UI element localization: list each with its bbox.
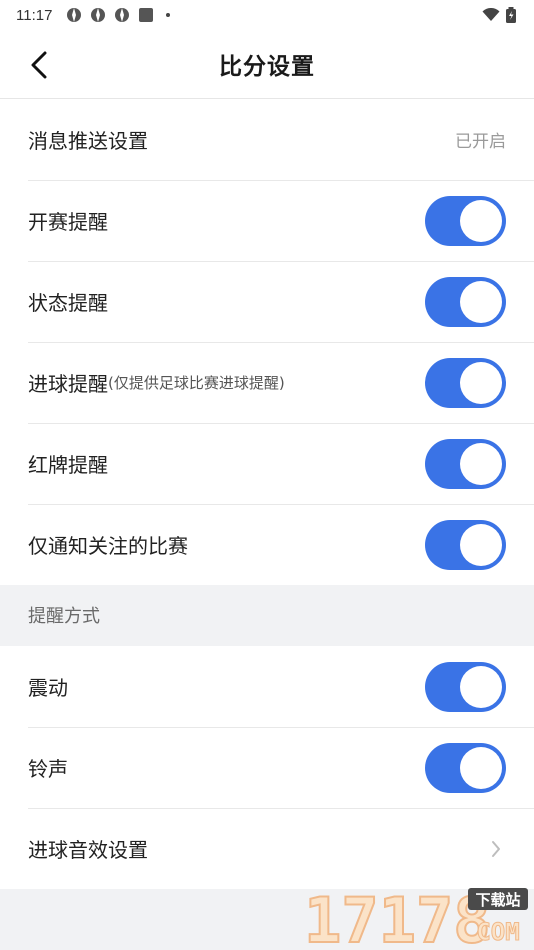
watermark-tag: 下载站: [475, 891, 520, 909]
status-reminder-toggle[interactable]: [425, 276, 506, 327]
toggle-label: 进球提醒: [28, 372, 108, 396]
toggle-knob: [460, 361, 502, 404]
toggle-knob: [460, 442, 502, 485]
push-settings-label: 消息推送设置: [28, 129, 148, 153]
push-settings-row[interactable]: 消息推送设置 已开启: [0, 99, 534, 180]
goal-reminder-row: 进球提醒 (仅提供足球比赛进球提醒): [0, 342, 534, 423]
goal-reminder-note: (仅提供足球比赛进球提醒): [108, 374, 285, 392]
toggle-label: 仅通知关注的比赛: [28, 534, 188, 558]
goal-sound-label: 进球音效设置: [28, 838, 148, 862]
more-notifications-dot-icon: [166, 13, 171, 17]
watermark-domain: COM: [476, 918, 519, 946]
toggle-label: 状态提醒: [28, 291, 108, 315]
toggle-label: 铃声: [28, 757, 68, 781]
back-button[interactable]: [24, 50, 54, 80]
push-settings-status: 已开启: [455, 132, 506, 152]
red-card-reminder-row: 红牌提醒: [0, 423, 534, 504]
toggle-knob: [460, 280, 502, 323]
toggle-knob: [460, 199, 502, 242]
notification-app-icon: [115, 8, 130, 22]
followed-only-toggle[interactable]: [425, 519, 506, 570]
red-card-reminder-toggle[interactable]: [425, 438, 506, 489]
notification-app-icon: [91, 8, 106, 22]
watermark-logo: 17178 下载站 COM: [300, 882, 530, 950]
status-bar: 11:17: [0, 0, 534, 30]
page-title: 比分设置: [219, 54, 315, 80]
reminder-method-section: 震动 铃声 进球音效设置: [0, 646, 534, 889]
status-time: 11:17: [16, 6, 53, 24]
goal-sound-settings-row[interactable]: 进球音效设置: [0, 808, 534, 889]
notification-app-icon: [67, 8, 82, 22]
match-start-reminder-row: 开赛提醒: [0, 180, 534, 261]
toggle-knob: [460, 665, 502, 708]
vibration-row: 震动: [0, 646, 534, 727]
ringtone-toggle[interactable]: [425, 742, 506, 793]
app-header: 比分设置: [0, 30, 534, 99]
battery-icon: [506, 7, 516, 23]
toggle-knob: [460, 746, 502, 789]
ringtone-row: 铃声: [0, 727, 534, 808]
followed-only-row: 仅通知关注的比赛: [0, 504, 534, 585]
reminder-method-heading: 提醒方式: [28, 606, 100, 627]
vibration-toggle[interactable]: [425, 661, 506, 712]
score-settings-section: 消息推送设置 已开启 开赛提醒 状态提醒 进球提醒 (仅提供足球比赛进球提醒) 红…: [0, 99, 534, 585]
status-reminder-row: 状态提醒: [0, 261, 534, 342]
wifi-icon: [482, 8, 500, 21]
goal-reminder-toggle[interactable]: [425, 357, 506, 408]
chevron-left-icon: [31, 51, 47, 79]
toggle-label: 红牌提醒: [28, 453, 108, 477]
chevron-right-icon: [486, 839, 506, 859]
toggle-knob: [460, 523, 502, 566]
match-start-reminder-toggle[interactable]: [425, 195, 506, 246]
notification-square-icon: [139, 8, 154, 22]
toggle-label: 开赛提醒: [28, 210, 108, 234]
watermark-number: 17178: [304, 884, 491, 948]
toggle-label: 震动: [28, 676, 68, 700]
